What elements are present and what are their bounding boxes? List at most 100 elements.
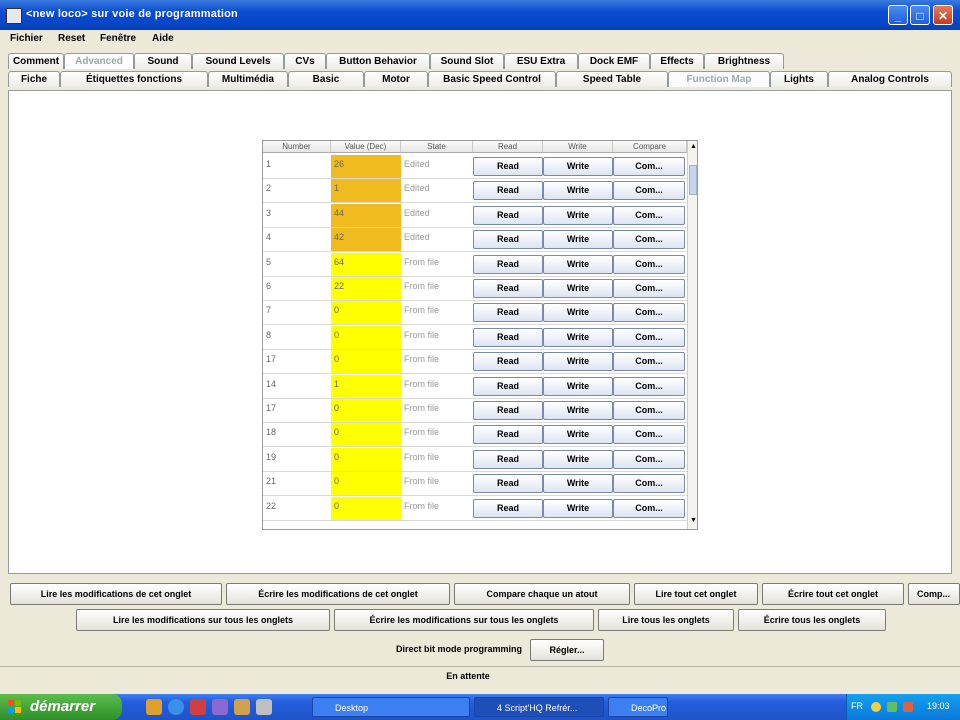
taskbar-item-decopro[interactable]: DecoPro...: [608, 697, 668, 717]
read-cv-button[interactable]: Read: [473, 376, 543, 396]
tab-lights[interactable]: Lights: [770, 71, 828, 87]
compare-cv-button[interactable]: Com...: [613, 425, 685, 445]
compare-cv-button[interactable]: Com...: [613, 376, 685, 396]
tray-speaker-icon[interactable]: [871, 702, 881, 712]
read-cv-button[interactable]: Read: [473, 230, 543, 250]
write-cv-button[interactable]: Write: [543, 401, 613, 420]
cv-value-cell[interactable]: 0: [331, 496, 401, 520]
cv-value-cell[interactable]: 26: [331, 155, 401, 178]
read-cv-button[interactable]: Read: [473, 254, 543, 274]
compare-cv-button[interactable]: Com...: [613, 205, 685, 225]
cv-value-cell[interactable]: 0: [331, 325, 401, 349]
tab-dock-emf[interactable]: Dock EMF: [578, 53, 650, 69]
quicklaunch-misc-icon[interactable]: [256, 699, 272, 715]
tab-advanced[interactable]: Advanced: [64, 53, 134, 69]
read-changes-all-tabs-button[interactable]: Lire les modifications sur tous les ongl…: [76, 609, 330, 631]
write-cv-button[interactable]: Write: [543, 474, 613, 494]
scroll-up-arrow-icon[interactable]: ▲: [690, 143, 697, 150]
column-header-read[interactable]: Read: [473, 141, 543, 153]
write-all-tabs-button[interactable]: Écrire tous les onglets: [738, 609, 886, 631]
read-cv-button[interactable]: Read: [473, 303, 543, 323]
taskbar-item-desktop[interactable]: Desktop: [312, 697, 470, 717]
compare-all-button[interactable]: Comp...: [908, 583, 960, 605]
write-cv-button[interactable]: Write: [543, 327, 613, 347]
compare-cv-button[interactable]: Com...: [613, 327, 685, 347]
read-cv-button[interactable]: Read: [473, 449, 543, 469]
tab-button-behavior[interactable]: Button Behavior: [326, 53, 430, 69]
write-cv-button[interactable]: Write: [543, 425, 613, 445]
compare-cv-button[interactable]: Com...: [613, 279, 685, 298]
read-cv-button[interactable]: Read: [473, 327, 543, 347]
compare-cv-button[interactable]: Com...: [613, 498, 685, 518]
compare-cv-button[interactable]: Com...: [613, 157, 685, 176]
menu-fenetre[interactable]: Fenêtre: [100, 33, 136, 44]
write-cv-button[interactable]: Write: [543, 157, 613, 176]
menu-aide[interactable]: Aide: [152, 33, 174, 44]
compare-cv-button[interactable]: Com...: [613, 401, 685, 420]
read-cv-button[interactable]: Read: [473, 205, 543, 225]
read-changes-this-tab-button[interactable]: Lire les modifications de cet onglet: [10, 583, 222, 605]
column-header-compare[interactable]: Compare: [613, 141, 687, 153]
column-header-value[interactable]: Value (Dec): [331, 141, 401, 153]
tab-esu-extra[interactable]: ESU Extra: [504, 53, 578, 69]
compare-cv-button[interactable]: Com...: [613, 474, 685, 494]
table-vertical-scrollbar[interactable]: ▲ ▼: [687, 141, 697, 529]
compare-cv-button[interactable]: Com...: [613, 303, 685, 323]
tab-function-map[interactable]: Function Map: [668, 71, 770, 87]
tab-cvs[interactable]: CVs: [284, 53, 326, 69]
read-cv-button[interactable]: Read: [473, 279, 543, 298]
compare-button[interactable]: Compare chaque un atout: [454, 583, 630, 605]
write-changes-this-tab-button[interactable]: Écrire les modifications de cet onglet: [226, 583, 450, 605]
write-cv-button[interactable]: Write: [543, 498, 613, 518]
tab-sound-levels[interactable]: Sound Levels: [192, 53, 284, 69]
column-header-state[interactable]: State: [401, 141, 473, 153]
compare-cv-button[interactable]: Com...: [613, 181, 685, 201]
tray-clock[interactable]: 19:03: [927, 701, 950, 711]
read-cv-button[interactable]: Read: [473, 401, 543, 420]
cv-value-cell[interactable]: 44: [331, 203, 401, 227]
cv-value-cell[interactable]: 42: [331, 228, 401, 252]
cv-value-cell[interactable]: 0: [331, 472, 401, 496]
tab-etiquettes-fonctions[interactable]: Étiquettes fonctions: [60, 71, 208, 87]
start-button[interactable]: démarrer: [0, 694, 122, 720]
quicklaunch-tool-icon[interactable]: [234, 699, 250, 715]
tab-brightness[interactable]: Brightness: [704, 53, 784, 69]
cv-value-cell[interactable]: 0: [331, 350, 401, 374]
cv-value-cell[interactable]: 0: [331, 423, 401, 447]
scrollbar-thumb[interactable]: [689, 165, 697, 195]
read-cv-button[interactable]: Read: [473, 157, 543, 176]
tab-effects[interactable]: Effects: [650, 53, 704, 69]
read-cv-button[interactable]: Read: [473, 181, 543, 201]
compare-cv-button[interactable]: Com...: [613, 449, 685, 469]
write-cv-button[interactable]: Write: [543, 279, 613, 298]
write-cv-button[interactable]: Write: [543, 449, 613, 469]
close-icon[interactable]: ✕: [933, 5, 953, 25]
read-all-this-tab-button[interactable]: Lire tout cet onglet: [634, 583, 758, 605]
compare-cv-button[interactable]: Com...: [613, 352, 685, 372]
write-cv-button[interactable]: Write: [543, 376, 613, 396]
scroll-down-arrow-icon[interactable]: ▼: [690, 517, 697, 524]
tray-security-icon[interactable]: [903, 702, 913, 712]
write-cv-button[interactable]: Write: [543, 352, 613, 372]
read-cv-button[interactable]: Read: [473, 425, 543, 445]
cv-value-cell[interactable]: 1: [331, 374, 401, 398]
column-header-number[interactable]: Number: [263, 141, 331, 153]
tab-basic-speed-control[interactable]: Basic Speed Control: [428, 71, 556, 87]
write-cv-button[interactable]: Write: [543, 181, 613, 201]
quicklaunch-folder-icon[interactable]: [146, 699, 162, 715]
tray-network-icon[interactable]: [887, 702, 897, 712]
cv-value-cell[interactable]: 22: [331, 277, 401, 300]
write-cv-button[interactable]: Write: [543, 205, 613, 225]
cv-value-cell[interactable]: 1: [331, 179, 401, 203]
tab-motor[interactable]: Motor: [364, 71, 428, 87]
cv-value-cell[interactable]: 0: [331, 447, 401, 471]
compare-cv-button[interactable]: Com...: [613, 230, 685, 250]
tray-language[interactable]: FR: [851, 701, 863, 711]
tab-basic[interactable]: Basic: [288, 71, 364, 87]
write-all-this-tab-button[interactable]: Écrire tout cet onglet: [762, 583, 904, 605]
tab-comment[interactable]: Comment: [8, 53, 64, 69]
column-header-write[interactable]: Write: [543, 141, 613, 153]
menu-reset[interactable]: Reset: [58, 33, 85, 44]
write-changes-all-tabs-button[interactable]: Écrire les modifications sur tous les on…: [334, 609, 594, 631]
tab-sound[interactable]: Sound: [134, 53, 192, 69]
